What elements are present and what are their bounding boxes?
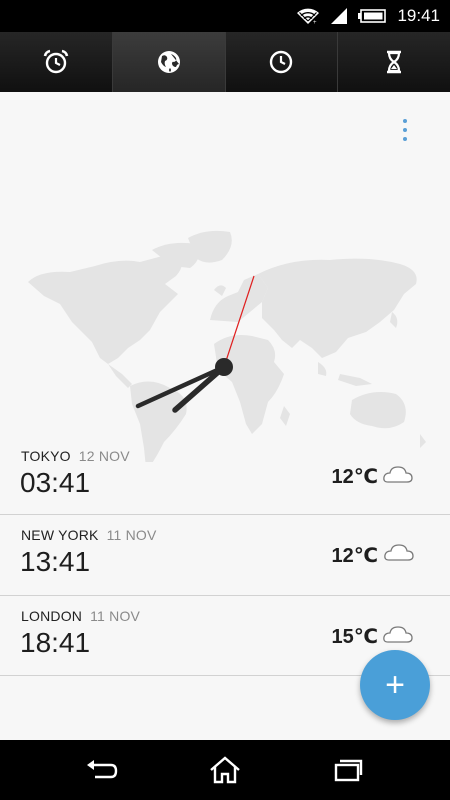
battery-icon — [358, 9, 386, 23]
city-header: TOKYO 12 NOV — [21, 448, 130, 464]
clock-icon — [270, 50, 293, 74]
globe-icon — [157, 51, 180, 73]
city-temperature: 15℃ — [331, 626, 378, 648]
partly-cloudy-night-icon — [383, 462, 413, 483]
navigation-bar — [0, 740, 450, 800]
city-temperature: 12℃ — [331, 545, 378, 567]
back-icon — [86, 760, 117, 779]
cloud-icon — [384, 544, 414, 561]
tab-alarm[interactable] — [0, 32, 113, 92]
add-city-button[interactable]: + — [360, 650, 430, 720]
hourglass-icon — [387, 50, 402, 74]
tab-world-clock[interactable] — [112, 32, 226, 92]
partly-cloudy-night-icon — [383, 622, 413, 643]
city-time: 13:41 — [20, 546, 91, 577]
status-bar: + 19:41 — [0, 0, 450, 32]
svg-text:+: + — [313, 20, 317, 25]
city-row-tokyo[interactable]: TOKYO 12 NOV 03:41 12℃ — [0, 436, 450, 514]
city-date: 11 NOV — [106, 527, 157, 543]
world-map — [28, 230, 426, 462]
city-time: 03:41 — [20, 467, 91, 498]
city-name: TOKYO — [21, 448, 71, 464]
city-date: 12 NOV — [78, 448, 130, 464]
signal-icon — [331, 8, 347, 24]
city-temperature: 12℃ — [331, 466, 378, 488]
city-list: TOKYO 12 NOV 03:41 12℃ NEW YORK 11 NOV 13:… — [0, 436, 450, 676]
tab-bar — [0, 32, 450, 92]
recent-apps-button[interactable] — [323, 750, 373, 790]
city-time: 18:41 — [20, 627, 91, 658]
status-icons: + — [296, 6, 386, 26]
wifi-icon: + — [297, 8, 319, 25]
tab-stopwatch[interactable] — [225, 32, 339, 92]
city-name: NEW YORK — [21, 527, 99, 543]
tab-timer[interactable] — [338, 32, 450, 92]
home-button[interactable] — [200, 750, 250, 790]
home-icon — [210, 756, 240, 784]
city-name: LONDON — [21, 608, 83, 624]
more-vertical-icon[interactable] — [398, 118, 412, 142]
city-header: NEW YORK 11 NOV — [21, 527, 157, 543]
recent-apps-icon — [335, 759, 363, 782]
city-row-new-york[interactable]: NEW YORK 11 NOV 13:41 12℃ — [0, 514, 450, 595]
world-clock-screen: TOKYO 12 NOV 03:41 12℃ NEW YORK 11 NOV 13:… — [0, 92, 450, 740]
back-button[interactable] — [77, 750, 127, 790]
status-time: 19:41 — [397, 6, 440, 25]
city-header: LONDON 11 NOV — [21, 608, 140, 624]
alarm-clock-icon — [43, 49, 69, 74]
city-date: 11 NOV — [90, 608, 141, 624]
